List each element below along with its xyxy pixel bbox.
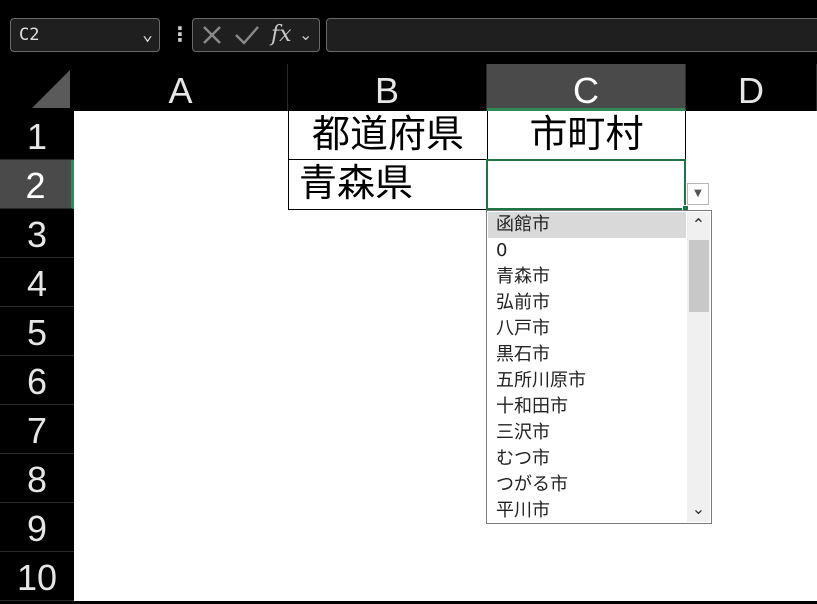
row-header-8[interactable]: 8 xyxy=(0,454,74,503)
insert-function-button[interactable]: fx xyxy=(271,19,299,51)
list-item[interactable]: 十和田市 xyxy=(488,394,686,420)
select-all-corner[interactable] xyxy=(0,64,74,111)
list-item[interactable]: 0 xyxy=(488,238,686,264)
scrollbar-thumb[interactable] xyxy=(689,240,709,312)
dropdown-arrow-icon[interactable]: ▼ xyxy=(687,183,709,205)
row-header-10[interactable]: 10 xyxy=(0,552,74,601)
row-header-6[interactable]: 6 xyxy=(0,356,74,405)
row-header-1[interactable]: 1 xyxy=(0,111,74,160)
chevron-up-icon[interactable]: ⌃ xyxy=(687,212,710,238)
list-item[interactable]: 函館市 xyxy=(488,212,686,238)
cell-c1[interactable]: 市町村 xyxy=(487,111,686,160)
list-item[interactable]: 黒石市 xyxy=(488,342,686,368)
more-options-icon[interactable]: ⋮ xyxy=(170,18,190,52)
column-header-a[interactable]: A xyxy=(74,64,288,111)
name-box-value: C2 xyxy=(19,25,40,45)
row-header-4[interactable]: 4 xyxy=(0,258,74,307)
checkmark-icon[interactable] xyxy=(233,22,261,48)
cell-b1[interactable]: 都道府県 xyxy=(288,111,487,160)
validation-dropdown-list[interactable]: 函館市 0 青森市 弘前市 八戸市 黒石市 五所川原市 十和田市 三沢市 むつ市… xyxy=(486,210,712,524)
formula-bar-buttons: fx ⌄ xyxy=(192,18,320,52)
row-header-3[interactable]: 3 xyxy=(0,209,74,258)
list-item[interactable]: 八戸市 xyxy=(488,316,686,342)
dropdown-scrollbar[interactable]: ⌃ ⌄ xyxy=(687,212,710,522)
list-item[interactable]: 平川市 xyxy=(488,498,686,522)
select-all-triangle-icon xyxy=(32,70,70,108)
list-item[interactable]: 五所川原市 xyxy=(488,368,686,394)
cell-b2[interactable]: 青森県 xyxy=(288,160,487,210)
chevron-down-icon[interactable]: ⌄ xyxy=(687,496,710,522)
name-box[interactable]: C2 ⌄ xyxy=(10,18,160,52)
cancel-icon[interactable] xyxy=(199,22,225,48)
formula-input[interactable] xyxy=(326,18,817,52)
column-header-c[interactable]: C xyxy=(487,64,686,111)
row-header-7[interactable]: 7 xyxy=(0,405,74,454)
list-item[interactable]: 青森市 xyxy=(488,264,686,290)
list-item[interactable]: 弘前市 xyxy=(488,290,686,316)
chevron-down-icon[interactable]: ⌄ xyxy=(142,19,153,51)
column-header-b[interactable]: B xyxy=(288,64,487,111)
cell-c2-active[interactable] xyxy=(486,159,686,210)
list-item[interactable]: つがる市 xyxy=(488,472,686,498)
row-header-5[interactable]: 5 xyxy=(0,307,74,356)
list-item[interactable]: 三沢市 xyxy=(488,420,686,446)
column-header-d[interactable]: D xyxy=(686,64,817,111)
row-header-2[interactable]: 2 xyxy=(0,160,74,209)
chevron-down-icon[interactable]: ⌄ xyxy=(299,19,312,51)
row-header-9[interactable]: 9 xyxy=(0,503,74,552)
list-item[interactable]: むつ市 xyxy=(488,446,686,472)
